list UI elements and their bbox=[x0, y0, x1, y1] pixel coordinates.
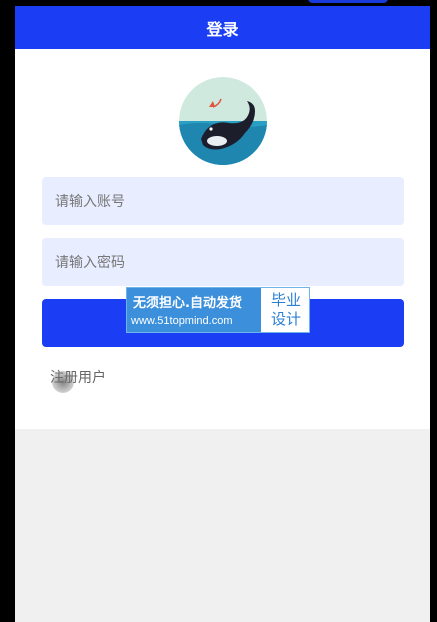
watermark-banner: 无须担心.自动发货 www.51topmind.com 毕业 设计 bbox=[126, 287, 310, 333]
password-placeholder: 请输入密码 bbox=[55, 255, 125, 271]
watermark-slogan: 无须担心.自动发货 bbox=[133, 296, 242, 311]
watermark-url: www.51topmind.com bbox=[131, 315, 233, 327]
page-title: 登录 bbox=[206, 19, 239, 39]
password-input[interactable]: 请输入密码 bbox=[42, 238, 404, 286]
whale-logo-icon bbox=[179, 77, 267, 165]
watermark-right-line1: 毕业 bbox=[270, 291, 301, 309]
username-placeholder: 请输入账号 bbox=[55, 194, 125, 210]
right-edge bbox=[430, 0, 437, 622]
watermark-right: 毕业 设计 bbox=[263, 288, 309, 332]
touch-indicator bbox=[52, 371, 74, 393]
watermark-right-line2: 设计 bbox=[270, 310, 301, 328]
login-card: 请输入账号 请输入密码 注册用户 bbox=[15, 49, 430, 429]
watermark-left: 无须担心.自动发货 www.51topmind.com bbox=[127, 288, 261, 332]
username-input[interactable]: 请输入账号 bbox=[42, 177, 404, 225]
status-pill bbox=[308, 0, 388, 3]
left-edge bbox=[0, 0, 15, 622]
navbar: 登录 bbox=[15, 6, 430, 49]
